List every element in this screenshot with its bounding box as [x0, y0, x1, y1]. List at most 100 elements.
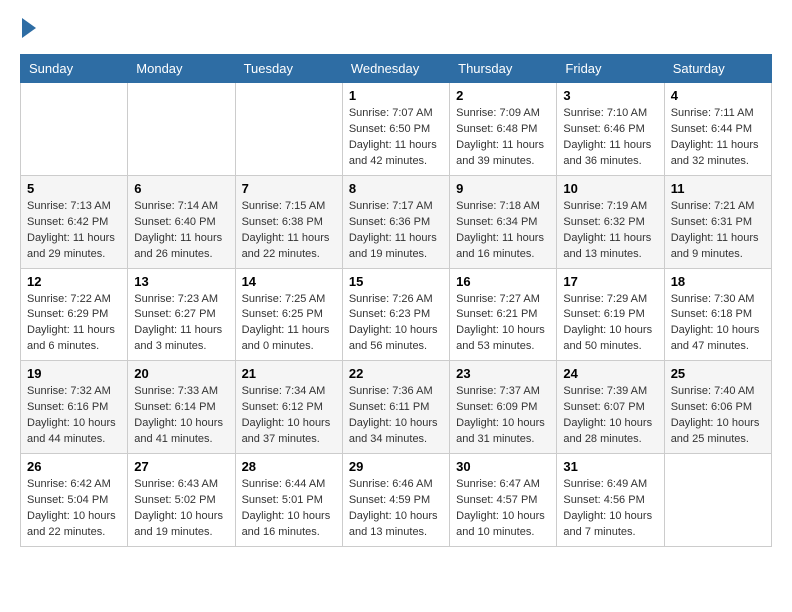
day-info: Sunrise: 7:18 AMSunset: 6:34 PMDaylight:…: [456, 200, 544, 260]
day-info: Sunrise: 7:17 AMSunset: 6:36 PMDaylight:…: [349, 200, 437, 260]
day-of-week-header: Sunday: [21, 55, 128, 83]
day-number: 27: [134, 459, 228, 474]
day-number: 10: [563, 181, 657, 196]
day-info: Sunrise: 7:13 AMSunset: 6:42 PMDaylight:…: [27, 200, 115, 260]
day-info: Sunrise: 6:43 AMSunset: 5:02 PMDaylight:…: [134, 478, 223, 538]
day-of-week-header: Tuesday: [235, 55, 342, 83]
day-info: Sunrise: 7:15 AMSunset: 6:38 PMDaylight:…: [242, 200, 330, 260]
calendar-day-cell: 20 Sunrise: 7:33 AMSunset: 6:14 PMDaylig…: [128, 361, 235, 454]
calendar-day-cell: 14 Sunrise: 7:25 AMSunset: 6:25 PMDaylig…: [235, 268, 342, 361]
calendar-week-row: 12 Sunrise: 7:22 AMSunset: 6:29 PMDaylig…: [21, 268, 772, 361]
day-number: 31: [563, 459, 657, 474]
calendar-day-cell: 5 Sunrise: 7:13 AMSunset: 6:42 PMDayligh…: [21, 175, 128, 268]
calendar-day-cell: 15 Sunrise: 7:26 AMSunset: 6:23 PMDaylig…: [342, 268, 449, 361]
day-number: 29: [349, 459, 443, 474]
day-number: 2: [456, 88, 550, 103]
day-info: Sunrise: 7:10 AMSunset: 6:46 PMDaylight:…: [563, 107, 651, 167]
logo-arrow-icon: [22, 18, 36, 38]
day-info: Sunrise: 7:37 AMSunset: 6:09 PMDaylight:…: [456, 385, 545, 445]
calendar-day-cell: 22 Sunrise: 7:36 AMSunset: 6:11 PMDaylig…: [342, 361, 449, 454]
day-number: 7: [242, 181, 336, 196]
day-info: Sunrise: 6:42 AMSunset: 5:04 PMDaylight:…: [27, 478, 116, 538]
calendar-day-cell: 31 Sunrise: 6:49 AMSunset: 4:56 PMDaylig…: [557, 454, 664, 547]
calendar-day-cell: 16 Sunrise: 7:27 AMSunset: 6:21 PMDaylig…: [450, 268, 557, 361]
calendar-day-cell: 10 Sunrise: 7:19 AMSunset: 6:32 PMDaylig…: [557, 175, 664, 268]
day-number: 14: [242, 274, 336, 289]
day-number: 6: [134, 181, 228, 196]
day-number: 18: [671, 274, 765, 289]
day-number: 25: [671, 366, 765, 381]
calendar-day-cell: 13 Sunrise: 7:23 AMSunset: 6:27 PMDaylig…: [128, 268, 235, 361]
calendar-day-cell: 24 Sunrise: 7:39 AMSunset: 6:07 PMDaylig…: [557, 361, 664, 454]
day-info: Sunrise: 7:32 AMSunset: 6:16 PMDaylight:…: [27, 385, 116, 445]
day-number: 21: [242, 366, 336, 381]
day-info: Sunrise: 7:25 AMSunset: 6:25 PMDaylight:…: [242, 293, 330, 353]
calendar-day-cell: 1 Sunrise: 7:07 AMSunset: 6:50 PMDayligh…: [342, 83, 449, 176]
day-info: Sunrise: 7:39 AMSunset: 6:07 PMDaylight:…: [563, 385, 652, 445]
day-info: Sunrise: 6:49 AMSunset: 4:56 PMDaylight:…: [563, 478, 652, 538]
calendar-day-cell: 29 Sunrise: 6:46 AMSunset: 4:59 PMDaylig…: [342, 454, 449, 547]
day-number: 8: [349, 181, 443, 196]
day-of-week-header: Monday: [128, 55, 235, 83]
day-info: Sunrise: 7:14 AMSunset: 6:40 PMDaylight:…: [134, 200, 222, 260]
day-number: 17: [563, 274, 657, 289]
calendar-week-row: 19 Sunrise: 7:32 AMSunset: 6:16 PMDaylig…: [21, 361, 772, 454]
day-info: Sunrise: 7:11 AMSunset: 6:44 PMDaylight:…: [671, 107, 759, 167]
day-number: 30: [456, 459, 550, 474]
day-of-week-header: Friday: [557, 55, 664, 83]
calendar-day-cell: [235, 83, 342, 176]
calendar-header-row: SundayMondayTuesdayWednesdayThursdayFrid…: [21, 55, 772, 83]
day-info: Sunrise: 6:46 AMSunset: 4:59 PMDaylight:…: [349, 478, 438, 538]
day-info: Sunrise: 7:40 AMSunset: 6:06 PMDaylight:…: [671, 385, 760, 445]
calendar-day-cell: 7 Sunrise: 7:15 AMSunset: 6:38 PMDayligh…: [235, 175, 342, 268]
calendar-day-cell: 17 Sunrise: 7:29 AMSunset: 6:19 PMDaylig…: [557, 268, 664, 361]
day-info: Sunrise: 7:29 AMSunset: 6:19 PMDaylight:…: [563, 293, 652, 353]
day-number: 4: [671, 88, 765, 103]
day-info: Sunrise: 7:26 AMSunset: 6:23 PMDaylight:…: [349, 293, 438, 353]
day-info: Sunrise: 7:30 AMSunset: 6:18 PMDaylight:…: [671, 293, 760, 353]
calendar-week-row: 26 Sunrise: 6:42 AMSunset: 5:04 PMDaylig…: [21, 454, 772, 547]
day-info: Sunrise: 7:21 AMSunset: 6:31 PMDaylight:…: [671, 200, 759, 260]
day-of-week-header: Wednesday: [342, 55, 449, 83]
day-info: Sunrise: 7:19 AMSunset: 6:32 PMDaylight:…: [563, 200, 651, 260]
day-info: Sunrise: 7:36 AMSunset: 6:11 PMDaylight:…: [349, 385, 438, 445]
logo: [20, 20, 36, 38]
day-info: Sunrise: 7:09 AMSunset: 6:48 PMDaylight:…: [456, 107, 544, 167]
day-info: Sunrise: 7:22 AMSunset: 6:29 PMDaylight:…: [27, 293, 115, 353]
calendar-day-cell: 23 Sunrise: 7:37 AMSunset: 6:09 PMDaylig…: [450, 361, 557, 454]
day-of-week-header: Thursday: [450, 55, 557, 83]
day-number: 22: [349, 366, 443, 381]
calendar-day-cell: [128, 83, 235, 176]
day-number: 15: [349, 274, 443, 289]
day-number: 1: [349, 88, 443, 103]
day-number: 28: [242, 459, 336, 474]
day-info: Sunrise: 7:33 AMSunset: 6:14 PMDaylight:…: [134, 385, 223, 445]
day-number: 24: [563, 366, 657, 381]
day-info: Sunrise: 7:23 AMSunset: 6:27 PMDaylight:…: [134, 293, 222, 353]
calendar-day-cell: 11 Sunrise: 7:21 AMSunset: 6:31 PMDaylig…: [664, 175, 771, 268]
day-number: 23: [456, 366, 550, 381]
calendar-day-cell: 4 Sunrise: 7:11 AMSunset: 6:44 PMDayligh…: [664, 83, 771, 176]
calendar-week-row: 5 Sunrise: 7:13 AMSunset: 6:42 PMDayligh…: [21, 175, 772, 268]
calendar-day-cell: 26 Sunrise: 6:42 AMSunset: 5:04 PMDaylig…: [21, 454, 128, 547]
day-info: Sunrise: 6:44 AMSunset: 5:01 PMDaylight:…: [242, 478, 331, 538]
calendar-day-cell: 18 Sunrise: 7:30 AMSunset: 6:18 PMDaylig…: [664, 268, 771, 361]
calendar-day-cell: 6 Sunrise: 7:14 AMSunset: 6:40 PMDayligh…: [128, 175, 235, 268]
calendar-day-cell: [664, 454, 771, 547]
calendar-day-cell: 9 Sunrise: 7:18 AMSunset: 6:34 PMDayligh…: [450, 175, 557, 268]
calendar-day-cell: 19 Sunrise: 7:32 AMSunset: 6:16 PMDaylig…: [21, 361, 128, 454]
day-number: 11: [671, 181, 765, 196]
calendar-day-cell: 25 Sunrise: 7:40 AMSunset: 6:06 PMDaylig…: [664, 361, 771, 454]
day-info: Sunrise: 7:34 AMSunset: 6:12 PMDaylight:…: [242, 385, 331, 445]
day-number: 16: [456, 274, 550, 289]
calendar-day-cell: 27 Sunrise: 6:43 AMSunset: 5:02 PMDaylig…: [128, 454, 235, 547]
calendar-day-cell: 30 Sunrise: 6:47 AMSunset: 4:57 PMDaylig…: [450, 454, 557, 547]
day-number: 26: [27, 459, 121, 474]
calendar-table: SundayMondayTuesdayWednesdayThursdayFrid…: [20, 54, 772, 547]
page-header: [20, 20, 772, 38]
calendar-day-cell: 2 Sunrise: 7:09 AMSunset: 6:48 PMDayligh…: [450, 83, 557, 176]
calendar-day-cell: 21 Sunrise: 7:34 AMSunset: 6:12 PMDaylig…: [235, 361, 342, 454]
day-number: 12: [27, 274, 121, 289]
day-number: 9: [456, 181, 550, 196]
day-number: 20: [134, 366, 228, 381]
